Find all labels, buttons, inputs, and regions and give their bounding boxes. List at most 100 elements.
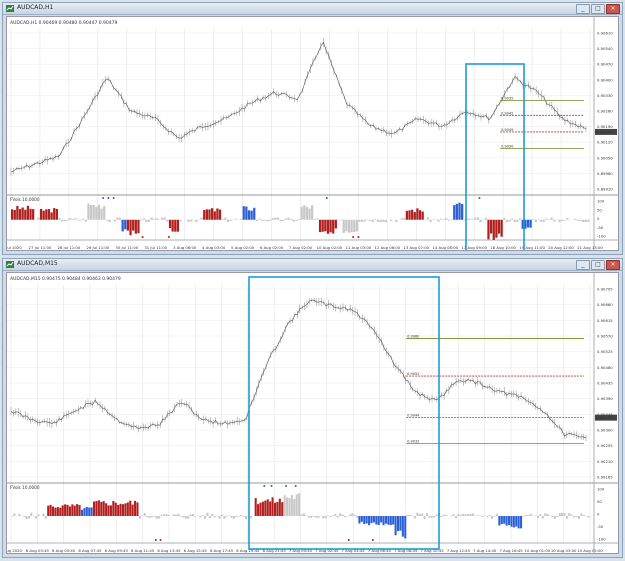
histogram-bar xyxy=(382,516,385,526)
histogram-bar xyxy=(428,516,431,518)
histogram-bar xyxy=(179,219,182,222)
histogram-bar xyxy=(100,501,103,516)
m15-chart-window[interactable]: AUDCAD,M15 _ □ × AUDCAD,M15 0.90475 0.90… xyxy=(2,258,623,558)
histogram-bar xyxy=(76,219,80,221)
m15-chart-canvas[interactable]: AUDCAD,M15 0.90475 0.90484 0.90463 0.904… xyxy=(7,273,619,554)
h1-chart-window[interactable]: AUDCAD,H1 _ □ × AUDCAD,H1 0.90469 0.9048… xyxy=(2,2,623,255)
histogram-bar xyxy=(139,219,143,221)
histogram-bar xyxy=(211,208,214,220)
price-axis-label: 0.90540 xyxy=(597,46,613,51)
histogram-bar xyxy=(561,512,564,516)
signal-dot xyxy=(371,539,374,541)
histogram-bar xyxy=(563,219,566,221)
histogram-bar xyxy=(114,502,117,516)
price-axis-label: 0.89910 xyxy=(597,187,613,192)
price-axis-label: 0.90050 xyxy=(597,155,613,160)
histogram-bar xyxy=(302,513,305,516)
maximize-button[interactable]: □ xyxy=(591,4,605,14)
histogram-bar xyxy=(331,515,334,516)
histogram-bar xyxy=(539,514,542,516)
histogram-bar xyxy=(27,516,30,519)
time-axis-label: 28 Jul 11:00 xyxy=(58,245,81,250)
minimize-button[interactable]: _ xyxy=(576,260,590,270)
signal-dot xyxy=(141,236,144,238)
histogram-bar xyxy=(286,497,289,516)
histogram-bar xyxy=(92,204,95,220)
close-button[interactable]: × xyxy=(606,260,620,270)
histogram-bar xyxy=(526,219,530,228)
histogram-bar xyxy=(389,516,392,526)
histogram-bar xyxy=(287,217,290,220)
histogram-bar xyxy=(450,515,453,516)
histogram-bar xyxy=(377,516,380,525)
oscillator-axis-label: 100 xyxy=(597,487,605,492)
histogram-bar xyxy=(544,513,547,516)
m15-window-title: AUDCAD,M15 xyxy=(17,260,58,267)
histogram-bar xyxy=(88,507,91,516)
level-label: 0.9052 xyxy=(407,372,419,376)
histogram-bar xyxy=(447,219,451,221)
histogram-bar xyxy=(426,217,430,220)
histogram-bar xyxy=(148,516,151,519)
time-axis-label: 29 Jul 11:00 xyxy=(86,245,109,250)
histogram-bar xyxy=(259,502,262,516)
m15-titlebar[interactable]: AUDCAD,M15 _ □ × xyxy=(3,259,622,271)
time-axis-label: 11 Aug 03:00 xyxy=(346,245,372,250)
histogram-bar xyxy=(39,208,43,220)
histogram-bar xyxy=(565,516,568,519)
histogram-bar xyxy=(228,515,231,516)
level-label: 0.9044 xyxy=(407,414,420,418)
h1-titlebar[interactable]: AUDCAD,H1 _ □ × xyxy=(3,3,622,15)
histogram-bar xyxy=(126,219,130,231)
histogram-bar xyxy=(18,513,21,516)
histogram-bar xyxy=(187,219,190,223)
maximize-button[interactable]: □ xyxy=(591,260,605,270)
chart-icon xyxy=(6,261,14,268)
histogram-bar xyxy=(345,219,348,232)
histogram-bar xyxy=(201,515,204,516)
histogram-bar xyxy=(372,516,375,523)
histogram-bar xyxy=(313,218,316,220)
histogram-bar xyxy=(95,501,98,516)
histogram-bar xyxy=(283,495,286,516)
histogram-bar xyxy=(524,514,527,516)
close-button[interactable]: × xyxy=(606,4,620,14)
oscillator-axis-label: 50 xyxy=(597,207,602,212)
histogram-bar xyxy=(129,500,132,516)
histogram-bar xyxy=(464,514,467,516)
histogram-bar xyxy=(411,515,414,516)
histogram-bar xyxy=(489,219,493,234)
current-price-label: 0.90479 xyxy=(596,415,612,420)
histogram-bar xyxy=(355,219,359,232)
histogram-bar xyxy=(512,516,515,528)
histogram-bar xyxy=(511,218,514,220)
histogram-bar xyxy=(401,516,404,537)
histogram-bar xyxy=(199,516,202,518)
signal-dot xyxy=(154,539,157,541)
histogram-bar xyxy=(223,516,226,519)
time-axis-label: 27 Jul 11:00 xyxy=(29,245,52,250)
histogram-bar xyxy=(18,209,22,220)
histogram-bar xyxy=(264,500,267,516)
histogram-bar xyxy=(368,516,371,526)
histogram-bar xyxy=(353,514,356,516)
histogram-bar xyxy=(112,500,115,516)
histogram-bar xyxy=(394,516,397,536)
h1-chart-canvas[interactable]: AUDCAD,H1 0.90469 0.90480 0.90447 0.9047… xyxy=(7,17,619,251)
histogram-bar xyxy=(497,219,501,234)
symbol-info-line: AUDCAD,M15 0.90475 0.90484 0.90463 0.904… xyxy=(10,276,121,282)
symbol-info-line: AUDCAD,H1 0.90469 0.90480 0.90447 0.9047… xyxy=(10,20,117,26)
histogram-bar xyxy=(413,212,416,220)
histogram-bar xyxy=(471,219,474,220)
histogram-bar xyxy=(416,208,419,220)
histogram-bar xyxy=(253,207,256,220)
histogram-bar xyxy=(44,516,47,519)
histogram-bar xyxy=(459,514,462,516)
m15-chart-area[interactable]: AUDCAD,M15 0.90475 0.90484 0.90463 0.904… xyxy=(6,272,619,554)
time-axis-label: 21 Aug 13:00 xyxy=(577,245,603,250)
minimize-button[interactable]: _ xyxy=(576,4,590,14)
histogram-bar xyxy=(370,516,373,524)
histogram-bar xyxy=(536,516,539,519)
h1-chart-area[interactable]: AUDCAD,H1 0.90469 0.90480 0.90447 0.9047… xyxy=(6,16,619,251)
histogram-bar xyxy=(221,219,224,220)
